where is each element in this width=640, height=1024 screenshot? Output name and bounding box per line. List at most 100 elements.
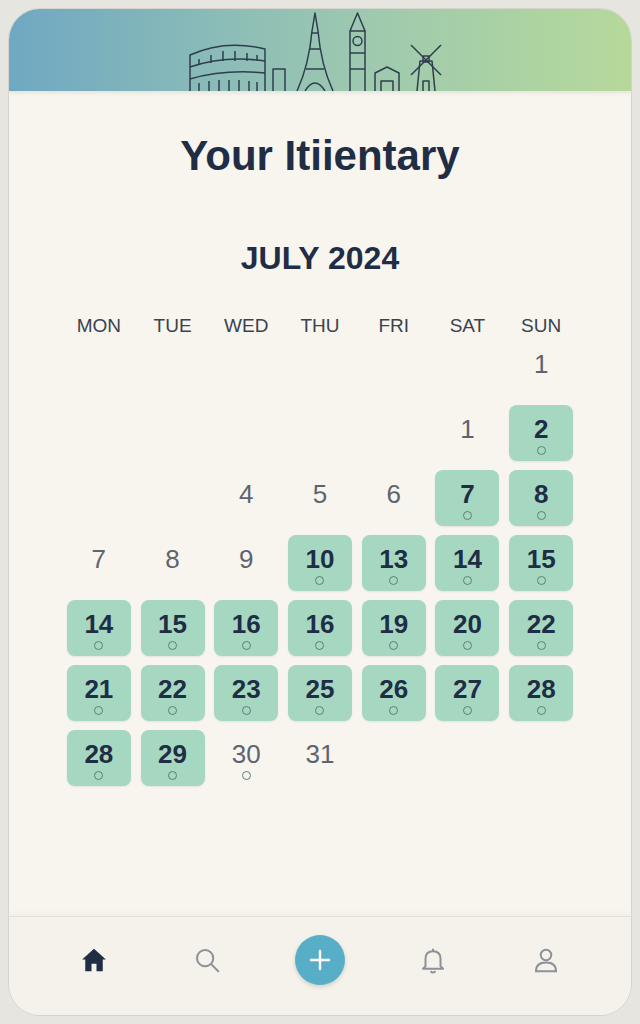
day-number: 22 xyxy=(527,610,556,638)
day-cell[interactable]: 19 xyxy=(362,600,426,656)
event-dot-icon xyxy=(463,576,472,585)
search-icon xyxy=(192,945,222,975)
day-number: 28 xyxy=(84,740,113,768)
event-dot-icon xyxy=(537,706,546,715)
event-dot-icon xyxy=(94,641,103,650)
day-number: 27 xyxy=(453,675,482,703)
profile-icon xyxy=(531,945,561,975)
day-cell[interactable]: 2 xyxy=(509,405,573,461)
day-cell[interactable]: 5 xyxy=(288,470,352,526)
page-title: Your Itiientary xyxy=(9,131,631,181)
empty-cell xyxy=(67,470,131,526)
bell-icon xyxy=(418,945,448,975)
day-cell[interactable]: 22 xyxy=(141,665,205,721)
day-cell[interactable]: 21 xyxy=(67,665,131,721)
event-dot-icon xyxy=(389,576,398,585)
week-row: 28 29 30 31 xyxy=(62,730,578,786)
day-cell[interactable]: 8 xyxy=(509,470,573,526)
day-cell[interactable]: 25 xyxy=(288,665,352,721)
day-cell[interactable]: 4 xyxy=(214,470,278,526)
nav-tab[interactable] xyxy=(527,941,565,979)
day-cell[interactable]: 6 xyxy=(362,470,426,526)
day-cell[interactable]: 20 xyxy=(435,600,499,656)
day-number: 5 xyxy=(313,480,327,508)
bottom-nav xyxy=(9,916,631,1015)
nav-tab[interactable] xyxy=(188,941,226,979)
empty-cell xyxy=(141,340,205,396)
day-number: 13 xyxy=(379,545,408,573)
empty-cell xyxy=(288,340,352,396)
app-screen: Your Itiientary JULY 2024 MONTUEWEDTHUFR… xyxy=(8,8,632,1016)
day-cell[interactable]: 15 xyxy=(141,600,205,656)
weekday-label: SAT xyxy=(431,314,505,338)
day-number: 2 xyxy=(534,415,548,443)
day-cell[interactable]: 1 xyxy=(435,405,499,461)
event-dot-icon xyxy=(463,641,472,650)
event-dot-icon xyxy=(315,706,324,715)
day-number: 16 xyxy=(232,610,261,638)
day-number: 22 xyxy=(158,675,187,703)
event-dot-icon xyxy=(168,771,177,780)
day-cell[interactable]: 14 xyxy=(435,535,499,591)
empty-cell xyxy=(141,470,205,526)
weekday-label: FRI xyxy=(357,314,431,338)
add-button[interactable] xyxy=(295,935,345,985)
day-cell[interactable]: 27 xyxy=(435,665,499,721)
event-dot-icon xyxy=(389,641,398,650)
day-number: 10 xyxy=(306,545,335,573)
event-dot-icon xyxy=(242,641,251,650)
event-dot-icon xyxy=(242,706,251,715)
day-number: 26 xyxy=(379,675,408,703)
day-cell[interactable]: 7 xyxy=(435,470,499,526)
day-cell[interactable]: 7 xyxy=(67,535,131,591)
day-number: 1 xyxy=(460,415,474,443)
day-number: 31 xyxy=(306,740,335,768)
day-number: 1 xyxy=(534,350,548,378)
day-cell[interactable]: 22 xyxy=(509,600,573,656)
event-dot-icon xyxy=(537,576,546,585)
day-number: 30 xyxy=(232,740,261,768)
day-cell[interactable]: 14 xyxy=(67,600,131,656)
day-number: 29 xyxy=(158,740,187,768)
plus-icon xyxy=(308,948,332,972)
empty-cell xyxy=(288,405,352,461)
day-cell[interactable]: 8 xyxy=(141,535,205,591)
day-cell[interactable]: 26 xyxy=(362,665,426,721)
day-cell[interactable]: 9 xyxy=(214,535,278,591)
day-number: 21 xyxy=(84,675,113,703)
day-cell[interactable]: 30 xyxy=(214,730,278,786)
day-cell[interactable]: 16 xyxy=(214,600,278,656)
day-cell[interactable]: 16 xyxy=(288,600,352,656)
weekday-label: TUE xyxy=(136,314,210,338)
day-number: 15 xyxy=(158,610,187,638)
day-cell[interactable]: 13 xyxy=(362,535,426,591)
event-dot-icon xyxy=(463,706,472,715)
nav-tab[interactable] xyxy=(414,941,452,979)
day-cell[interactable]: 31 xyxy=(288,730,352,786)
event-dot-icon xyxy=(315,641,324,650)
day-cell[interactable]: 29 xyxy=(141,730,205,786)
day-cell[interactable]: 1 xyxy=(509,340,573,396)
week-row: 14 15 16 16 19 20 22 xyxy=(62,600,578,656)
event-dot-icon xyxy=(168,641,177,650)
nav-tab[interactable] xyxy=(75,941,113,979)
landmarks-icon xyxy=(185,9,465,91)
day-number: 4 xyxy=(239,480,253,508)
calendar: MONTUEWEDTHUFRISATSUN 1 1 2 4 5 6 7 8 7 … xyxy=(62,314,578,795)
event-dot-icon xyxy=(537,446,546,455)
day-number: 14 xyxy=(453,545,482,573)
day-cell[interactable]: 15 xyxy=(509,535,573,591)
event-dot-icon xyxy=(389,706,398,715)
day-cell[interactable]: 28 xyxy=(509,665,573,721)
header-banner xyxy=(9,9,631,91)
day-cell[interactable]: 28 xyxy=(67,730,131,786)
event-dot-icon xyxy=(537,641,546,650)
day-number: 15 xyxy=(527,545,556,573)
day-cell[interactable]: 23 xyxy=(214,665,278,721)
day-cell[interactable]: 10 xyxy=(288,535,352,591)
day-number: 7 xyxy=(92,545,106,573)
empty-cell xyxy=(435,730,499,786)
day-number: 8 xyxy=(534,480,548,508)
day-number: 28 xyxy=(527,675,556,703)
home-icon xyxy=(79,945,109,975)
